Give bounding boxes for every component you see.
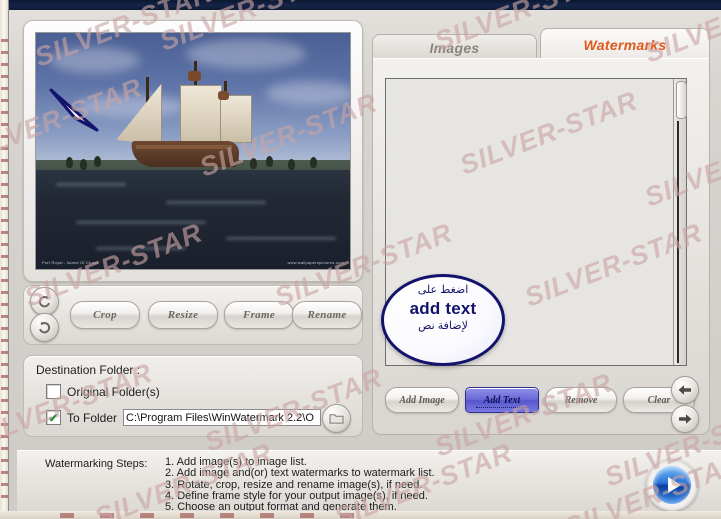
destination-path-input[interactable]: C:\Program Files\WinWatermark 2.2\O [123,409,322,426]
tab-watermarks[interactable]: Watermarks [540,28,710,60]
crop-button[interactable]: Crop [70,301,140,329]
steps-list: 1. Add image(s) to image list. 2. Add im… [165,456,435,511]
window-client-area: Port Royal - Island Of Chaos www.wallpap… [9,10,721,511]
callout-text: اضغط على add text لإضافة نص [381,283,505,334]
image-tree [250,158,257,169]
step-item: 5. Choose an output format and generate … [165,501,397,511]
callout-line-3: لإضافة نص [418,320,468,332]
play-icon [653,466,691,504]
original-folders-label: Original Folder(s) [67,384,160,399]
tab-images[interactable]: Images [372,34,537,60]
rotate-left-button[interactable] [30,287,59,316]
add-image-button[interactable]: Add Image [385,387,459,413]
add-text-focus-indicator [476,407,528,408]
image-tree [266,156,273,167]
step-item: 2. Add image and(or) text watermarks to … [165,467,435,480]
image-preview[interactable]: Port Royal - Island Of Chaos www.wallpap… [35,32,351,270]
image-crows-nest [188,71,201,81]
resize-button[interactable]: Resize [148,301,218,329]
preview-image-ship: Port Royal - Island Of Chaos www.wallpap… [36,33,350,269]
watermark-list-scrollbar[interactable] [673,79,687,365]
watermarking-steps-bar: Watermarking Steps: 1. Add image(s) to i… [17,450,721,511]
callout-line-1: اضغط على [417,284,469,296]
background-window-bottom [0,511,721,519]
image-sail [180,85,222,149]
image-cloud [266,81,350,105]
image-wave [56,183,126,186]
destination-folder-title: Destination Folder : [36,363,141,377]
image-caption-right: www.wallpaperspictures.com [287,260,344,265]
image-wave [76,221,206,224]
image-tree [66,157,73,168]
add-text-button-label: Add Text [483,394,521,406]
background-window-left-content [1,30,8,500]
add-text-button[interactable]: Add Text [465,387,539,413]
image-crows-nest [218,91,229,100]
image-cloud [186,39,306,69]
frame-button[interactable]: Frame [224,301,294,329]
move-watermark-down-button[interactable] [671,405,699,433]
to-folder-label: To Folder [67,410,118,425]
steps-label: Watermarking Steps: [45,458,148,470]
arrow-right-icon [679,414,692,424]
original-folders-checkbox[interactable] [46,384,61,399]
image-tree [310,157,317,168]
callout-line-2: add text [409,299,477,318]
image-deck [136,145,232,149]
rotate-right-button[interactable] [30,313,59,342]
rotate-cw-icon [39,321,51,334]
original-folders-row[interactable]: Original Folder(s) [46,384,160,399]
image-tree [94,156,101,167]
image-tools-panel: Crop Resize Frame Rename [23,285,363,345]
image-caption-left: Port Royal - Island Of Chaos [42,260,99,265]
rotate-ccw-icon [38,295,50,308]
image-wave [166,201,266,204]
app-window: Port Royal - Island Of Chaos www.wallpap… [0,0,721,519]
callout-tail [49,88,99,132]
background-window-bottom-content [60,513,360,518]
remove-button[interactable]: Remove [545,387,617,413]
folder-icon [329,414,344,424]
image-caption: Port Royal - Island Of Chaos www.wallpap… [42,259,344,266]
to-folder-row[interactable]: ✔ To Folder C:\Program Files\WinWatermar… [46,409,322,426]
move-watermark-up-button[interactable] [671,376,699,404]
scrollbar-thumb[interactable] [676,81,687,119]
image-sail [220,95,252,143]
tab-bar: Images Watermarks [372,28,710,60]
generate-button[interactable] [646,459,698,511]
arrow-left-icon [678,385,691,395]
image-preview-panel: Port Royal - Island Of Chaos www.wallpap… [23,20,363,282]
window-title-bar[interactable] [9,0,721,10]
callout-bubble: اضغط على add text لإضافة نص [381,274,505,366]
destination-folder-panel: Destination Folder : Original Folder(s) … [23,355,363,437]
play-triangle [667,477,681,493]
watermarks-panel: Add Image Add Text Remove Clear [372,58,710,435]
scrollbar-track[interactable] [677,121,679,363]
image-cloud [50,47,140,73]
image-wave [96,247,186,250]
browse-folder-button[interactable] [322,404,351,433]
to-folder-checkbox[interactable]: ✔ [46,410,61,425]
image-tree [288,159,295,170]
image-wave [226,237,336,240]
rename-button[interactable]: Rename [292,301,362,329]
image-tree [80,159,87,170]
winwatermark-window: Port Royal - Island Of Chaos www.wallpap… [8,0,721,511]
